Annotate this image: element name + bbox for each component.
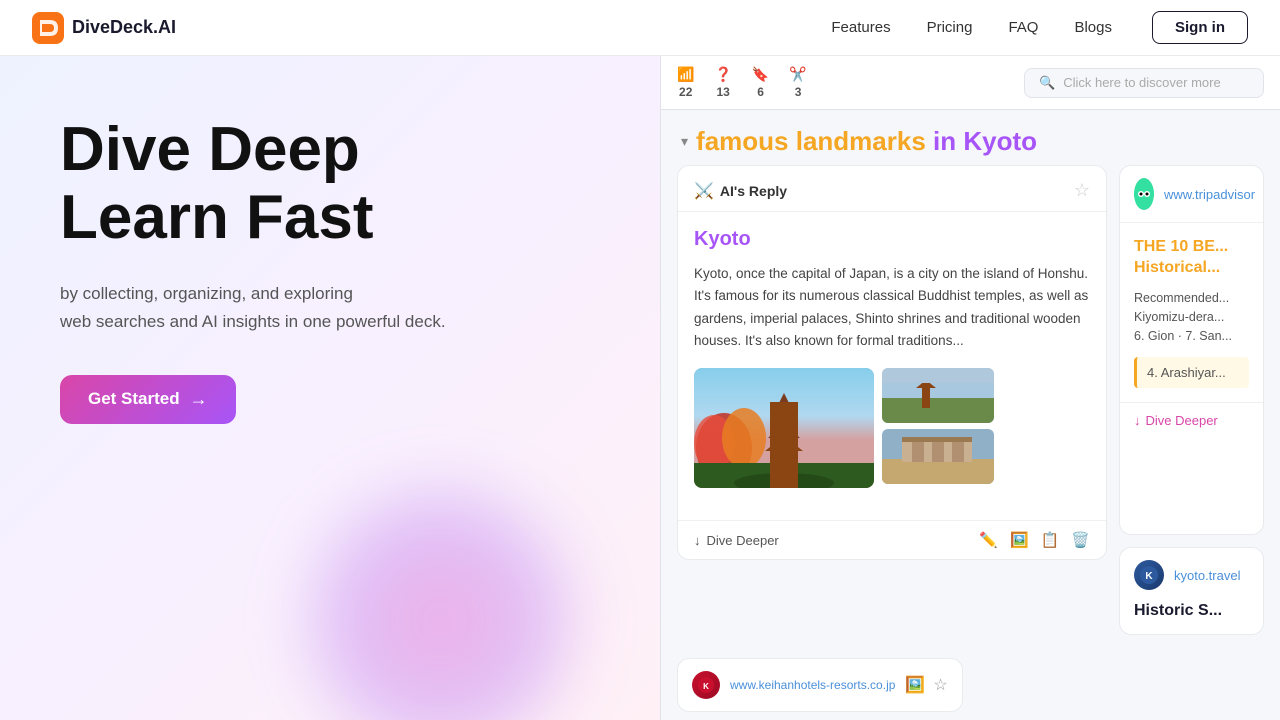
ai-label: ⚔️ AI's Reply	[694, 181, 787, 201]
kyoto-title: Kyoto	[694, 228, 1090, 251]
kyoto-thumb-2	[882, 429, 994, 484]
image-icon[interactable]: 🖼️	[1010, 531, 1029, 549]
stat-clips: ✂️ 3	[789, 66, 806, 99]
keihan-logo: K	[692, 671, 720, 699]
nav-pricing[interactable]: Pricing	[927, 19, 973, 36]
ai-card-body: Kyoto Kyoto, once the capital of Japan, …	[678, 212, 1106, 520]
tripadvisor-url[interactable]: www.tripadvisor	[1164, 187, 1255, 202]
hero-blob	[300, 480, 580, 720]
logo-icon	[32, 12, 64, 44]
ai-card-header: ⚔️ AI's Reply ☆	[678, 166, 1106, 212]
query-word-famous: famous	[696, 126, 796, 156]
sign-in-button[interactable]: Sign in	[1152, 11, 1248, 44]
ai-reply-card: ⚔️ AI's Reply ☆ Kyoto Kyoto, once the ca…	[677, 165, 1107, 560]
cards-area: ⚔️ AI's Reply ☆ Kyoto Kyoto, once the ca…	[661, 165, 1280, 654]
keihan-url[interactable]: www.keihanhotels-resorts.co.jp	[730, 678, 895, 692]
keihan-action-icons: 🖼️ ☆	[905, 675, 947, 695]
arrow-right-icon: →	[190, 389, 208, 410]
stat-bookmarks: 🔖 6	[752, 66, 769, 99]
kyoto-travel-url[interactable]: kyoto.travel	[1174, 568, 1240, 583]
dive-deeper-button[interactable]: ↓ Dive Deeper	[694, 533, 779, 548]
ai-card-footer: ↓ Dive Deeper ✏️ 🖼️ 📋 🗑️	[678, 520, 1106, 559]
question-icon: ❓	[714, 66, 731, 83]
query-word-in: in	[933, 126, 963, 156]
nav-blogs[interactable]: Blogs	[1074, 19, 1112, 36]
nav-features[interactable]: Features	[831, 19, 890, 36]
query-word-landmarks: landmarks	[796, 126, 933, 156]
main-content: Dive Deep Learn Fast by collecting, orga…	[0, 56, 1280, 720]
panel-search[interactable]: 🔍 Click here to discover more	[1024, 68, 1264, 98]
kyoto-description: Kyoto, once the capital of Japan, is a c…	[694, 263, 1090, 352]
get-started-button[interactable]: Get Started →	[60, 375, 236, 424]
query-header: ▾ famous landmarks in Kyoto	[661, 110, 1280, 165]
ta-card-header: www.tripadvisor	[1120, 166, 1263, 223]
bookmark-icon: 🔖	[752, 66, 769, 83]
keihan-star-icon[interactable]: ☆	[933, 675, 947, 695]
nav-links: Features Pricing FAQ Blogs	[831, 19, 1112, 36]
kyoto-images	[694, 368, 1090, 488]
scissors-icon: ✂️	[789, 66, 806, 83]
ta-card-body: THE 10 BE...Historical... Recommended...…	[1120, 223, 1263, 402]
footer-action-icons: ✏️ 🖼️ 📋 🗑️	[979, 531, 1090, 549]
ta-dive-deeper-arrow-icon: ↓	[1134, 413, 1141, 428]
right-panel: 📶 22 ❓ 13 🔖 6 ✂️ 3 🔍 Click here to	[660, 56, 1280, 720]
headline-line1: Dive Deep	[60, 115, 360, 184]
kyoto-thumbnails	[882, 368, 994, 488]
copy-icon[interactable]: 📋	[1041, 531, 1060, 549]
hero-subtitle: by collecting, organizing, and exploring…	[60, 280, 500, 334]
kyoto-travel-card: K kyoto.travel Historic S...	[1119, 547, 1264, 635]
dive-deeper-arrow-icon: ↓	[694, 533, 701, 548]
bottom-row: K www.keihanhotels-resorts.co.jp 🖼️ ☆	[661, 654, 1280, 720]
hero-headline: Dive Deep Learn Fast	[60, 116, 600, 252]
nav-faq[interactable]: FAQ	[1008, 19, 1038, 36]
logo-text: DiveDeck.AI	[72, 17, 176, 38]
stat-messages: 📶 22	[677, 66, 694, 99]
search-placeholder: Click here to discover more	[1063, 75, 1221, 90]
edit-icon[interactable]: ✏️	[979, 531, 998, 549]
keihan-image-icon[interactable]: 🖼️	[905, 675, 925, 695]
kt-title: Historic S...	[1134, 602, 1249, 620]
panel-stats: 📶 22 ❓ 13 🔖 6 ✂️ 3	[677, 66, 807, 99]
svg-text:K: K	[1145, 571, 1153, 582]
keihan-card: K www.keihanhotels-resorts.co.jp 🖼️ ☆	[677, 658, 963, 712]
ai-sparkle-icon: ⚔️	[694, 181, 714, 201]
tripadvisor-card: www.tripadvisor THE 10 BE...Historical..…	[1119, 165, 1264, 535]
search-icon: 🔍	[1039, 75, 1055, 91]
logo-area[interactable]: DiveDeck.AI	[32, 12, 176, 44]
navbar: DiveDeck.AI Features Pricing FAQ Blogs S…	[0, 0, 1280, 56]
kyoto-main-svg	[694, 368, 874, 488]
ta-numbered-item: 4. Arashiyar...	[1134, 357, 1249, 388]
ta-description: Recommended... Kiyomizu-dera...6. Gion ·…	[1134, 289, 1249, 347]
query-text: famous landmarks in Kyoto	[696, 126, 1037, 157]
kt-card-body: Historic S...	[1120, 602, 1263, 634]
kyoto-thumb-1	[882, 368, 994, 423]
panel-topbar: 📶 22 ❓ 13 🔖 6 ✂️ 3 🔍 Click here to	[661, 56, 1280, 110]
tripadvisor-logo	[1134, 178, 1154, 210]
messages-icon: 📶	[677, 66, 694, 83]
kt-card-header: K kyoto.travel	[1120, 548, 1263, 602]
ta-dive-deeper-button[interactable]: ↓ Dive Deeper	[1120, 402, 1263, 438]
svg-text:K: K	[703, 682, 709, 691]
stat-questions: ❓ 13	[714, 66, 731, 99]
headline-line2: Learn Fast	[60, 183, 374, 252]
trash-icon[interactable]: 🗑️	[1071, 531, 1090, 549]
ta-title: THE 10 BE...Historical...	[1134, 237, 1249, 279]
query-word-kyoto: Kyoto	[963, 126, 1037, 156]
chevron-down-icon[interactable]: ▾	[681, 133, 688, 150]
kyoto-travel-logo: K	[1134, 560, 1164, 590]
side-cards: www.tripadvisor THE 10 BE...Historical..…	[1119, 165, 1264, 635]
hero-section: Dive Deep Learn Fast by collecting, orga…	[0, 56, 660, 720]
star-button[interactable]: ☆	[1074, 180, 1090, 201]
kyoto-main-image	[694, 368, 874, 488]
